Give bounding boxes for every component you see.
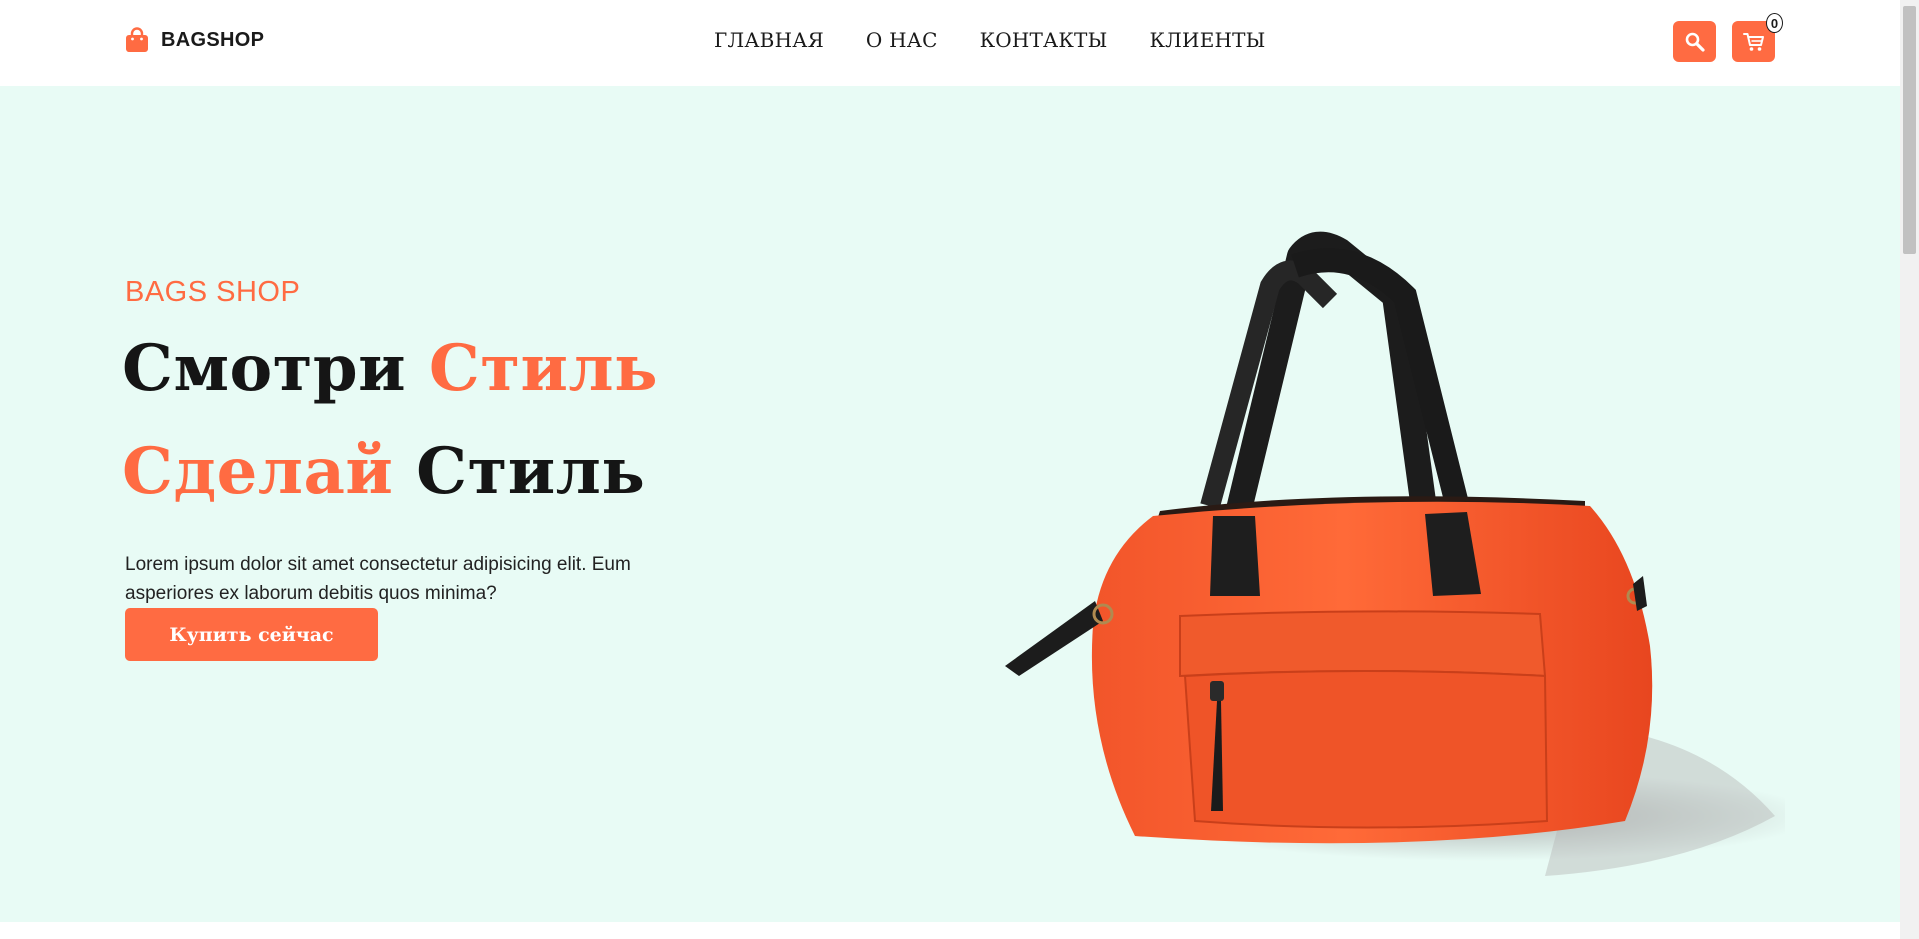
logo[interactable]: BAGSHOP bbox=[125, 27, 264, 53]
search-icon bbox=[1685, 32, 1705, 52]
main-nav: ГЛАВНАЯ О НАС КОНТАКТЫ КЛИЕНТЫ bbox=[714, 28, 1266, 52]
site-header: BAGSHOP ГЛАВНАЯ О НАС КОНТАКТЫ КЛИЕНТЫ 0 bbox=[0, 0, 1900, 86]
headline-word-accent: Сделай bbox=[122, 434, 394, 509]
headline-word-accent: Стиль bbox=[428, 331, 658, 406]
hero-section: BAGS SHOP Смотри Стиль Сделай Стиль Lore… bbox=[0, 86, 1900, 922]
hero-headline-line-1: Смотри Стиль bbox=[122, 331, 658, 406]
headline-word-dark: Стиль bbox=[416, 434, 646, 509]
scrollbar-thumb[interactable] bbox=[1903, 6, 1916, 254]
nav-item-home[interactable]: ГЛАВНАЯ bbox=[714, 28, 824, 52]
shopping-bag-icon bbox=[126, 27, 148, 52]
handbag-image bbox=[1005, 231, 1785, 876]
buy-now-button[interactable]: Купить сейчас bbox=[125, 608, 378, 661]
nav-item-about[interactable]: О НАС bbox=[866, 28, 938, 52]
nav-item-contacts[interactable]: КОНТАКТЫ bbox=[980, 28, 1108, 52]
hero-description: Lorem ipsum dolor sit amet consectetur a… bbox=[125, 554, 631, 604]
logo-text: BAGSHOP bbox=[161, 28, 265, 51]
hero-eyebrow: BAGS SHOP bbox=[125, 276, 301, 308]
cart-count-badge: 0 bbox=[1766, 13, 1783, 33]
nav-item-clients[interactable]: КЛИЕНТЫ bbox=[1149, 28, 1265, 52]
hero-headline-line-2: Сделай Стиль bbox=[122, 434, 645, 509]
cart-icon bbox=[1742, 32, 1764, 51]
headline-word-dark: Смотри bbox=[122, 331, 407, 406]
search-button[interactable] bbox=[1673, 21, 1716, 62]
